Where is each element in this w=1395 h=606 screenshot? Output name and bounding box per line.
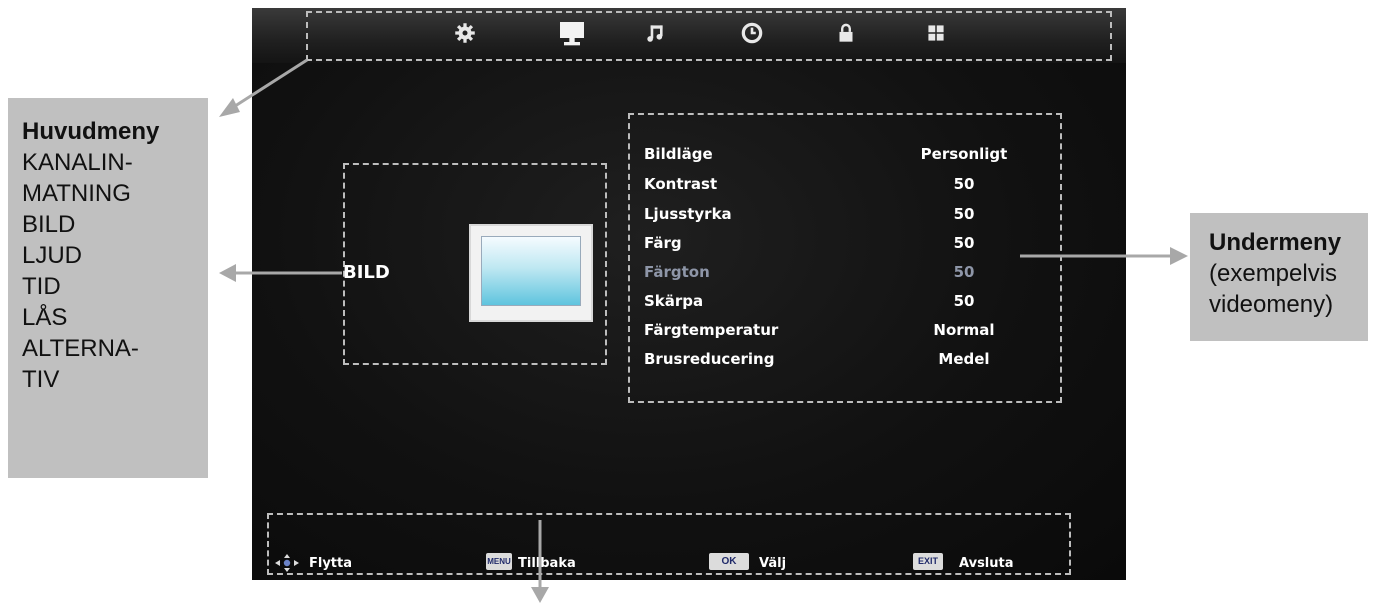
callout-line: (exempelvis (1209, 260, 1338, 287)
ok-key[interactable]: OK (709, 553, 749, 570)
callout-main-title: Huvudmeny (22, 118, 160, 145)
submenu-callout: Undermeny (exempelvis videomeny) (1190, 213, 1368, 341)
submenu-item[interactable]: Kontrast 50 (644, 172, 1034, 198)
submenu-item-label: Färg (644, 234, 682, 252)
submenu-item[interactable]: Färg 50 (644, 231, 1034, 257)
time-clock-icon[interactable] (739, 20, 765, 46)
callout-main-lines: KANALIN- MATNING BILD LJUD TID LÅS ALTERNA- TIV (22, 147, 208, 395)
submenu-item[interactable]: Brusreducering Medel (644, 347, 1034, 373)
channel-gear-icon[interactable] (452, 20, 478, 46)
tv-screen-graphic (481, 236, 581, 306)
back-hint: Tillbaka (518, 556, 576, 571)
arrowhead-main-menu (219, 98, 240, 117)
callout-line: TID (22, 273, 61, 300)
submenu-item-value: Personligt (920, 145, 1008, 163)
callout-line: TIV (22, 366, 60, 393)
submenu-item[interactable]: Ljusstyrka 50 (644, 202, 1034, 228)
exit-key[interactable]: EXIT (913, 553, 943, 570)
arrowhead-category (219, 264, 236, 282)
submenu-item-value: 50 (953, 175, 975, 193)
quit-hint: Avsluta (959, 556, 1014, 571)
sound-note-icon[interactable] (642, 20, 668, 46)
callout-line: BILD (22, 211, 76, 238)
callout-sub-title: Undermeny (1209, 229, 1342, 256)
picture-category-image (469, 224, 593, 322)
submenu-item-value: 50 (953, 234, 975, 252)
submenu-item-label: Färgtemperatur (644, 321, 779, 339)
submenu-item-label: Brusreducering (644, 350, 775, 368)
callout-line: videomeny) (1209, 291, 1334, 318)
picture-monitor-icon[interactable] (556, 18, 588, 50)
submenu-item[interactable]: Skärpa 50 (644, 289, 1034, 315)
menu-key[interactable]: MENU (486, 553, 512, 570)
move-hint: Flytta (309, 556, 353, 571)
submenu-item-value: 50 (953, 205, 975, 223)
submenu-item-label: Kontrast (644, 175, 718, 193)
callout-line: MATNING (22, 180, 131, 207)
submenu-item-label: Ljusstyrka (644, 205, 732, 223)
submenu-item-value: 50 (953, 292, 975, 310)
submenu-item-value: 50 (953, 263, 975, 281)
arrowhead-submenu (1170, 247, 1188, 265)
callout-line: LÅS (22, 304, 68, 331)
arrowhead-bottom-bar (531, 587, 549, 603)
submenu-item-value: Medel (938, 350, 990, 368)
lock-icon[interactable] (833, 20, 859, 46)
tv-menu-screen: BILD Bildläge Personligt Kontrast 50 Ljussty… (252, 8, 1126, 580)
callout-line: KANALIN- (22, 149, 133, 176)
bottom-hint-frame (267, 513, 1071, 575)
submenu-item-label: Skärpa (644, 292, 704, 310)
category-label: BILD (343, 262, 390, 283)
move-arrows-icon (274, 553, 300, 573)
submenu-item-label: Bildläge (644, 145, 713, 163)
submenu-item[interactable]: Färgtemperatur Normal (644, 318, 1034, 344)
submenu-item-label: Färgton (644, 263, 710, 281)
submenu-item-value: Normal (933, 321, 995, 339)
main-menu-frame (306, 11, 1112, 61)
select-hint: Välj (759, 556, 787, 571)
callout-line: LJUD (22, 242, 83, 269)
options-grid-icon[interactable] (923, 20, 949, 46)
callout-sub-lines: (exempelvis videomeny) (1209, 258, 1368, 320)
main-menu-callout: Huvudmeny KANALIN- MATNING BILD LJUD TID LÅS A… (8, 98, 208, 478)
callout-line: ALTERNA- (22, 335, 139, 362)
submenu-item[interactable]: Bildläge Personligt (644, 142, 1034, 168)
submenu-item[interactable]: Färgton 50 (644, 260, 1034, 286)
